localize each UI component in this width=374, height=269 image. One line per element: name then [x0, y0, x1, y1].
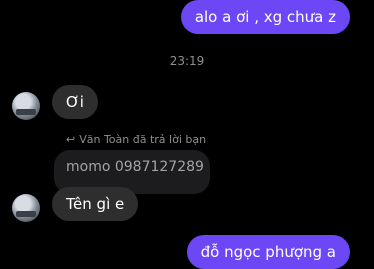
- contact-avatar[interactable]: [12, 92, 40, 120]
- incoming-message-1[interactable]: Ơi: [52, 85, 98, 119]
- quoted-message-text: momo 0987127289: [66, 159, 204, 175]
- contact-avatar[interactable]: [12, 194, 40, 222]
- reply-indicator: ↩ Văn Toàn đã trả lời bạn: [66, 133, 206, 146]
- message-timestamp: 23:19: [169, 54, 205, 68]
- outgoing-message-2[interactable]: đỗ ngọc phượng a: [186, 235, 350, 269]
- incoming-message-2[interactable]: Tên gì e: [52, 187, 139, 221]
- reply-indicator-text: Văn Toàn đã trả lời bạn: [79, 133, 207, 146]
- reply-arrow-icon: ↩: [66, 133, 76, 146]
- outgoing-message-1[interactable]: alo a ơi , xg chưa z: [180, 0, 350, 34]
